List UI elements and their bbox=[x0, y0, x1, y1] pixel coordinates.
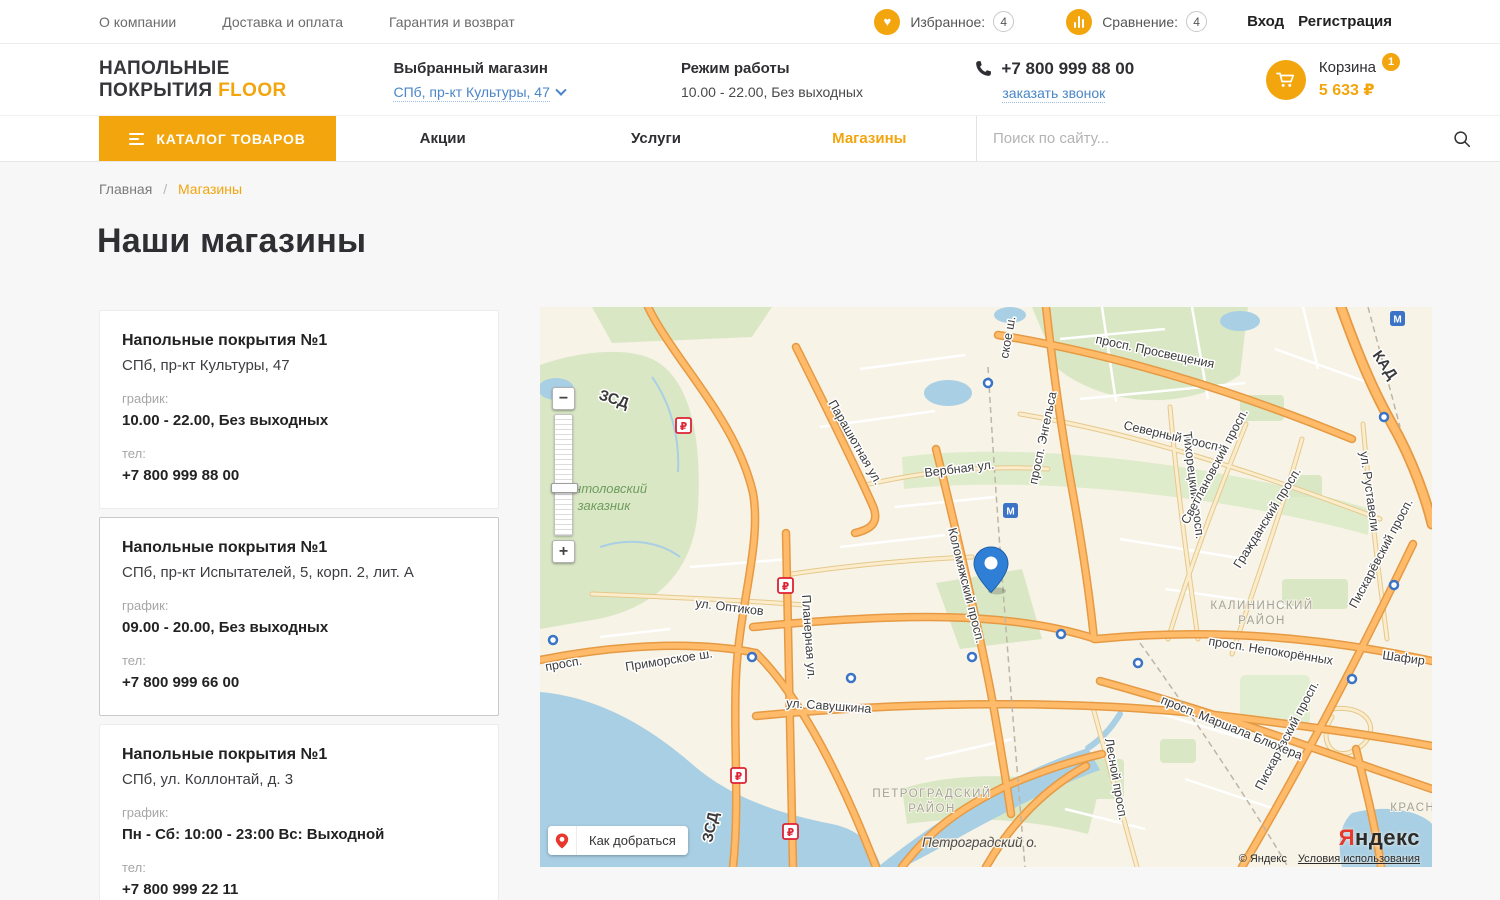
store-phone: +7 800 999 88 00 bbox=[122, 467, 476, 484]
header: НАПОЛЬНЫЕ ПОКРЫТИЯ FLOOR Выбранный магаз… bbox=[0, 44, 1500, 116]
header-phone[interactable]: +7 800 999 88 00 bbox=[1001, 59, 1134, 79]
catalog-button[interactable]: КАТАЛОГ ТОВАРОВ bbox=[99, 116, 336, 161]
svg-text:Планерная ул.: Планерная ул. bbox=[799, 594, 819, 680]
callback-link[interactable]: заказать звонок bbox=[1002, 85, 1105, 103]
work-hours-value: 10.00 - 22.00, Без выходных bbox=[681, 84, 975, 100]
store-phone-label: тел: bbox=[122, 653, 476, 668]
main-nav: КАТАЛОГ ТОВАРОВ Акции Услуги Магазины bbox=[0, 116, 1500, 162]
breadcrumb-home[interactable]: Главная bbox=[99, 181, 152, 197]
cart-total: 5 633 ₽ bbox=[1319, 80, 1400, 100]
svg-text:КРАСНО: КРАСНО bbox=[1390, 802, 1432, 814]
store-schedule-label: график: bbox=[122, 391, 476, 406]
store-schedule-label: график: bbox=[122, 805, 476, 820]
svg-text:₽: ₽ bbox=[787, 827, 794, 839]
compare-label: Сравнение: bbox=[1102, 14, 1178, 30]
store-address: СПб, пр-кт Культуры, 47 bbox=[122, 357, 476, 374]
store-schedule: Пн - Сб: 10:00 - 23:00 Вс: Выходной bbox=[122, 826, 476, 843]
favorites-button[interactable]: ♥ Избранное: 4 bbox=[874, 9, 1014, 35]
zoom-out-button[interactable]: − bbox=[552, 387, 575, 410]
store-address: СПб, ул. Коллонтай, д. 3 bbox=[122, 771, 476, 788]
store-list: Напольные покрытия №1 СПб, пр-кт Культур… bbox=[99, 310, 499, 900]
store-card-3[interactable]: Напольные покрытия №1 СПб, ул. Коллонтай… bbox=[99, 724, 499, 900]
phone-icon bbox=[975, 60, 992, 77]
compare-bars-icon bbox=[1066, 9, 1092, 35]
zoom-in-button[interactable]: + bbox=[552, 540, 575, 563]
favorites-count-badge: 4 bbox=[993, 11, 1014, 32]
directions-button[interactable]: Как добраться bbox=[548, 826, 688, 855]
map-zoom-control: − + bbox=[552, 387, 578, 563]
zoom-slider-handle[interactable] bbox=[551, 483, 578, 493]
svg-text:М: М bbox=[1006, 507, 1014, 518]
cart-icon bbox=[1266, 60, 1306, 100]
topbar-link-about[interactable]: О компании bbox=[99, 14, 176, 30]
chevron-down-icon bbox=[555, 84, 566, 95]
svg-text:КАЛИНИНСКИЙ: КАЛИНИНСКИЙ bbox=[1210, 599, 1313, 612]
cart-count-badge: 1 bbox=[1382, 53, 1400, 71]
breadcrumb-separator: / bbox=[163, 181, 167, 197]
terms-of-use-link[interactable]: Условия использования bbox=[1298, 853, 1420, 865]
yandex-map[interactable]: М М ₽ ₽ ₽ ₽ ЗСД ЗСД КАД ское ш. просп. П… bbox=[540, 307, 1432, 867]
selected-store-label: Выбранный магазин bbox=[393, 60, 680, 77]
svg-text:ПЕТРОГРАДСКИЙ: ПЕТРОГРАДСКИЙ bbox=[872, 787, 991, 800]
store-card-2[interactable]: Напольные покрытия №1 СПб, пр-кт Испытат… bbox=[99, 517, 499, 716]
register-button[interactable]: Регистрация bbox=[1298, 13, 1392, 30]
svg-text:РАЙОН: РАЙОН bbox=[908, 802, 956, 815]
svg-text:₽: ₽ bbox=[735, 771, 742, 783]
yandex-logo[interactable]: Яндекс bbox=[1339, 825, 1420, 851]
map-canvas[interactable]: М М ₽ ₽ ₽ ₽ ЗСД ЗСД КАД ское ш. просп. П… bbox=[540, 307, 1432, 867]
store-name: Напольные покрытия №1 bbox=[122, 332, 476, 350]
cart-label: Корзина bbox=[1319, 59, 1376, 76]
store-schedule: 09.00 - 20.00, Без выходных bbox=[122, 619, 476, 636]
compare-button[interactable]: Сравнение: 4 bbox=[1066, 9, 1207, 35]
breadcrumb: Главная / Магазины bbox=[99, 181, 242, 197]
logo-line2: ПОКРЫТИЯ FLOOR bbox=[99, 80, 393, 102]
store-name: Напольные покрытия №1 bbox=[122, 746, 476, 764]
directions-label: Как добраться bbox=[577, 833, 688, 848]
svg-text:₽: ₽ bbox=[680, 421, 687, 433]
store-phone: +7 800 999 22 11 bbox=[122, 881, 476, 898]
svg-text:Петроградский о.: Петроградский о. bbox=[922, 835, 1038, 850]
zoom-slider[interactable] bbox=[554, 414, 573, 536]
store-phone: +7 800 999 66 00 bbox=[122, 674, 476, 691]
store-name: Напольные покрытия №1 bbox=[122, 539, 476, 557]
nav-item-stores[interactable]: Магазины bbox=[763, 116, 976, 161]
nav-item-services[interactable]: Услуги bbox=[549, 116, 762, 161]
work-hours-label: Режим работы bbox=[681, 60, 975, 77]
store-schedule-label: график: bbox=[122, 598, 476, 613]
site-logo[interactable]: НАПОЛЬНЫЕ ПОКРЫТИЯ FLOOR bbox=[99, 58, 393, 102]
search-input[interactable] bbox=[993, 130, 1440, 147]
compare-count-badge: 4 bbox=[1186, 11, 1207, 32]
svg-text:РАЙОН: РАЙОН bbox=[1238, 614, 1286, 627]
selected-store-link[interactable]: СПб, пр-кт Культуры, 47 bbox=[393, 84, 549, 102]
heart-icon: ♥ bbox=[874, 9, 900, 35]
svg-text:Шафир: Шафир bbox=[1382, 648, 1426, 668]
nav-item-promotions[interactable]: Акции bbox=[336, 116, 549, 161]
copyright-text: © Яндекс bbox=[1239, 853, 1287, 865]
login-button[interactable]: Вход bbox=[1247, 13, 1284, 30]
logo-accent: FLOOR bbox=[218, 80, 287, 101]
topbar-link-delivery[interactable]: Доставка и оплата bbox=[222, 14, 343, 30]
hamburger-icon bbox=[129, 133, 144, 145]
logo-line1: НАПОЛЬНЫЕ bbox=[99, 58, 393, 80]
svg-text:М: М bbox=[1393, 315, 1401, 326]
cart-button[interactable]: Корзина 1 5 633 ₽ bbox=[1266, 59, 1400, 100]
store-phone-label: тел: bbox=[122, 860, 476, 875]
page-content: Главная / Магазины Наши магазины Напольн… bbox=[0, 162, 1500, 900]
search-icon[interactable] bbox=[1452, 129, 1472, 149]
svg-text:₽: ₽ bbox=[782, 581, 789, 593]
route-pin-icon bbox=[548, 826, 577, 855]
breadcrumb-current: Магазины bbox=[178, 181, 242, 197]
svg-text:заказник: заказник bbox=[577, 498, 632, 513]
store-card-1[interactable]: Напольные покрытия №1 СПб, пр-кт Культур… bbox=[99, 310, 499, 509]
store-phone-label: тел: bbox=[122, 446, 476, 461]
favorites-label: Избранное: bbox=[910, 14, 985, 30]
page-title: Наши магазины bbox=[97, 222, 366, 261]
topbar: О компании Доставка и оплата Гарантия и … bbox=[0, 0, 1500, 44]
topbar-link-warranty[interactable]: Гарантия и возврат bbox=[389, 14, 515, 30]
store-schedule: 10.00 - 22.00, Без выходных bbox=[122, 412, 476, 429]
store-address: СПб, пр-кт Испытателей, 5, корп. 2, лит.… bbox=[122, 564, 476, 581]
catalog-button-label: КАТАЛОГ ТОВАРОВ bbox=[156, 131, 305, 147]
map-attribution: © Яндекс Условия использования bbox=[1239, 853, 1420, 865]
